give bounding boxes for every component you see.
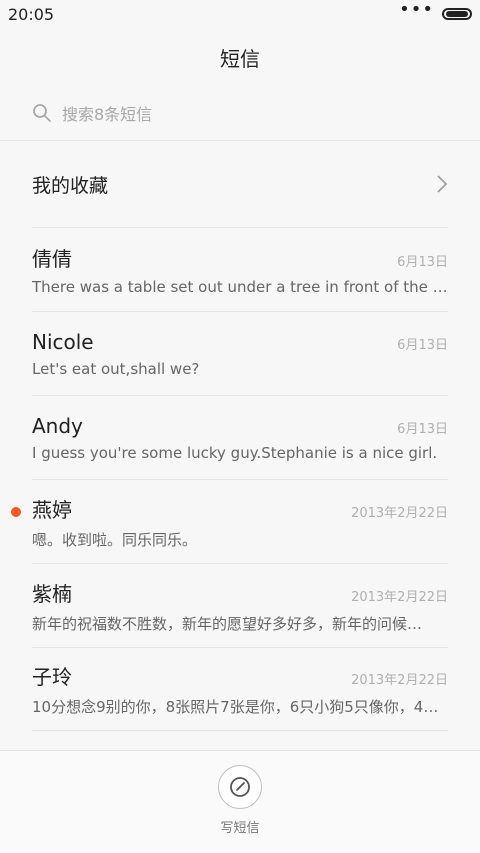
contact-name: 倩倩 xyxy=(32,247,72,271)
compose-label: 写短信 xyxy=(220,821,260,836)
favorites-item[interactable]: 我的收藏 xyxy=(0,141,480,227)
page-title: 短信 xyxy=(220,46,260,71)
search-icon xyxy=(33,104,51,122)
battery-icon xyxy=(442,8,472,20)
contact-name: Nicole xyxy=(32,329,94,354)
conversation-row[interactable]: 子玲 2013年2月22日 10分想念9别的你，8张照片7张是你，6只小狗5只像… xyxy=(32,647,448,731)
conversation-row[interactable]: 燕婷 2013年2月22日 嗯。收到啦。同乐同乐。 xyxy=(11,479,448,563)
unread-dot-icon xyxy=(11,507,21,517)
message-date: 6月13日 xyxy=(397,337,448,353)
compose-button[interactable]: 写短信 xyxy=(218,765,262,836)
contact-name: Andy xyxy=(32,413,83,438)
contact-name: 燕婷 xyxy=(32,497,72,522)
favorites-label: 我的收藏 xyxy=(32,174,109,197)
message-date: 2013年2月22日 xyxy=(351,589,448,605)
message-date: 2013年2月22日 xyxy=(351,505,448,521)
search-placeholder: 搜索8条短信 xyxy=(62,105,153,124)
message-preview: Let's eat out,shall we? xyxy=(32,359,200,378)
status-time: 20:05 xyxy=(8,4,55,24)
chevron-right-icon xyxy=(437,175,448,193)
conversation-list: 倩倩 6月13日 There was a table set out under… xyxy=(0,227,480,731)
status-bar: 20:05 ••• xyxy=(0,0,480,28)
compose-icon xyxy=(230,777,250,797)
contact-name: 子玲 xyxy=(32,665,72,689)
conversation-row[interactable]: 倩倩 6月13日 There was a table set out under… xyxy=(32,227,448,311)
more-dots-icon: ••• xyxy=(399,0,434,20)
search-bar[interactable]: 搜索8条短信 xyxy=(0,86,480,140)
message-date: 6月13日 xyxy=(397,255,448,270)
message-preview: There was a table set out under a tree i… xyxy=(32,278,448,296)
compose-circle[interactable] xyxy=(218,765,262,809)
status-icons: ••• xyxy=(399,1,472,23)
conversation-row[interactable]: Andy 6月13日 I guess you're some lucky guy… xyxy=(32,395,448,479)
message-preview: 10分想念9别的你，8张照片7张是你，6只小狗5只像你，4… xyxy=(32,698,439,716)
message-preview: 新年的祝福数不胜数，新年的愿望好多好多，新年的问候… xyxy=(32,614,423,633)
contact-name: 紫楠 xyxy=(32,581,72,606)
message-date: 2013年2月22日 xyxy=(351,673,448,688)
message-preview: 嗯。收到啦。同乐同乐。 xyxy=(32,530,198,549)
message-date: 6月13日 xyxy=(397,421,448,437)
conversation-row[interactable]: 紫楠 2013年2月22日 新年的祝福数不胜数，新年的愿望好多好多，新年的问候… xyxy=(32,563,448,647)
conversation-row[interactable]: Nicole 6月13日 Let's eat out,shall we? xyxy=(32,311,448,395)
bottom-bar: 写短信 xyxy=(0,750,480,853)
message-preview: I guess you're some lucky guy.Stephanie … xyxy=(32,443,438,462)
